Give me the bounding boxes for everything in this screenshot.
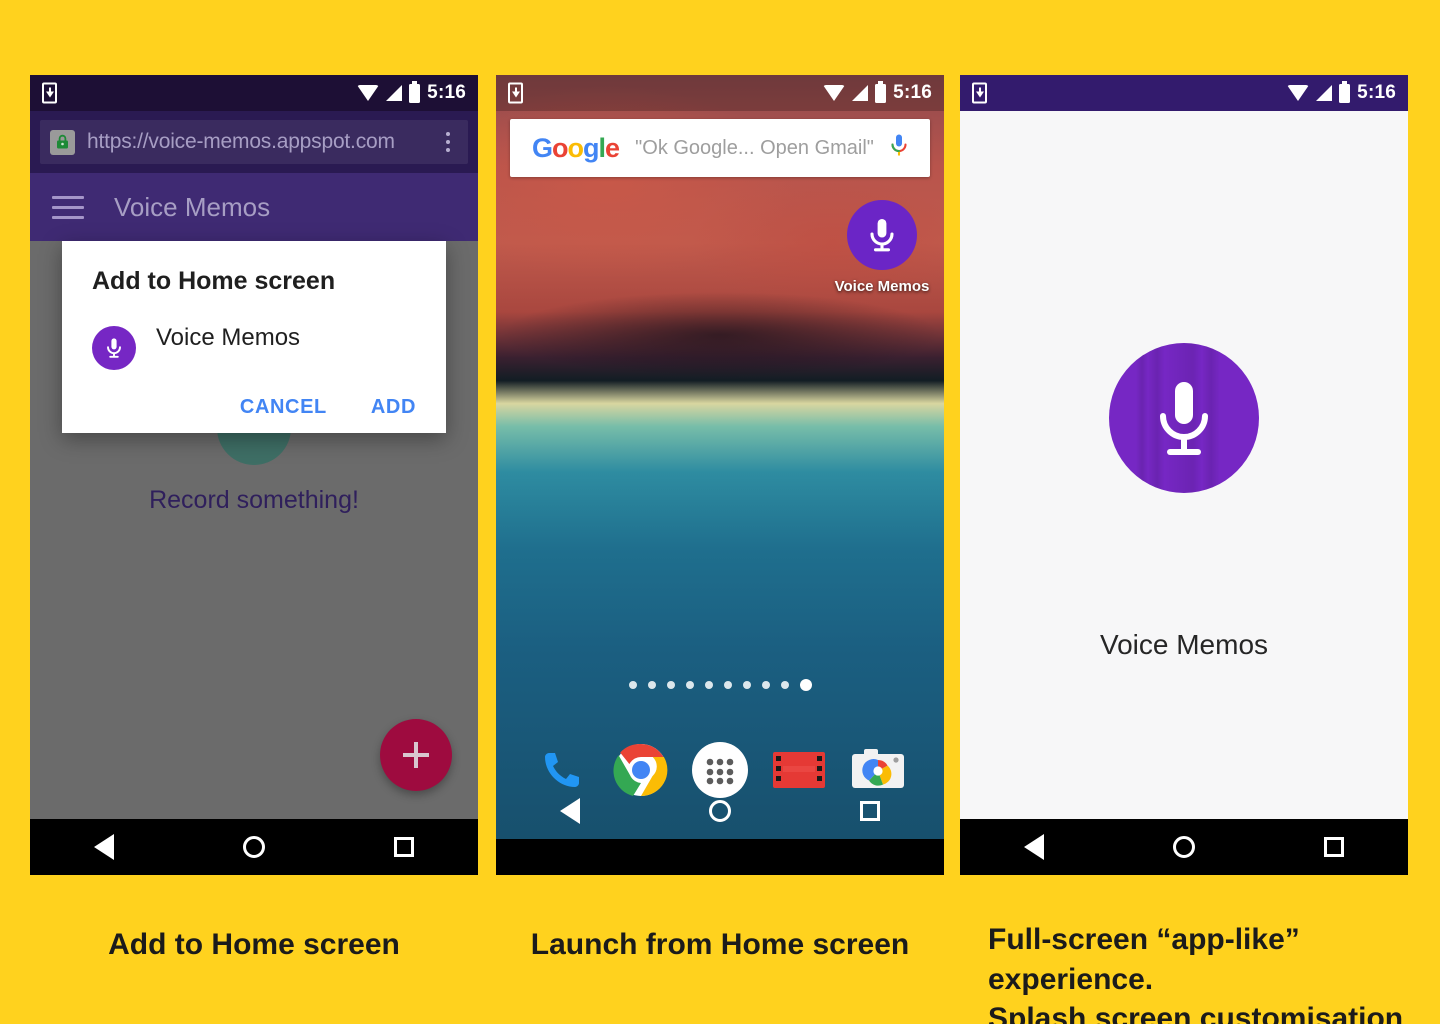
wifi-icon xyxy=(357,85,380,101)
app-bar-title: Voice Memos xyxy=(114,191,271,222)
hamburger-icon[interactable] xyxy=(52,195,84,219)
add-button[interactable]: ADD xyxy=(371,396,416,419)
shortcut-name-input[interactable] xyxy=(156,324,416,364)
system-navigation-bar xyxy=(30,819,478,875)
home-button[interactable] xyxy=(1172,836,1195,858)
browser-toolbar: https://voice-memos.appspot.com xyxy=(30,111,478,173)
status-bar-clock: 5:16 xyxy=(427,82,466,103)
google-search-widget[interactable]: Google "Ok Google... Open Gmail" xyxy=(510,119,930,177)
microphone-icon xyxy=(92,326,136,370)
system-navigation-bar xyxy=(960,819,1408,875)
signal-icon xyxy=(386,85,403,101)
signal-icon xyxy=(852,85,869,101)
back-button[interactable] xyxy=(560,798,581,824)
search-hint-text: "Ok Google... Open Gmail" xyxy=(635,136,874,159)
caption-fullscreen-experience: Full-screen “app-like” experience. Splas… xyxy=(960,920,1430,1024)
wifi-icon xyxy=(823,85,846,101)
battery-icon xyxy=(409,80,421,103)
empty-state-text: Record something! xyxy=(149,486,359,514)
status-bar: 5:16 xyxy=(496,75,944,111)
add-recording-fab[interactable] xyxy=(380,719,452,791)
shortcut-label: Voice Memos xyxy=(834,278,930,295)
caption-line-2: Splash screen customisation xyxy=(988,1002,1404,1024)
caption-line-1: Full-screen “app-like” experience. xyxy=(988,923,1300,996)
back-button[interactable] xyxy=(1024,834,1045,860)
dialog-title: Add to Home screen xyxy=(92,267,336,295)
microphone-icon xyxy=(1109,343,1259,493)
add-to-home-screen-dialog: Add to Home screen Voice Memos CANCEL AD… xyxy=(62,241,446,433)
browser-viewport: https://voice-memos.appspot.com Voice Me… xyxy=(30,111,478,875)
overflow-menu-icon[interactable] xyxy=(438,132,458,152)
phone-mockup-home-screen: 5:16 Google "Ok Google... Open Gmail" Vo… xyxy=(496,75,944,875)
status-bar-clock: 5:16 xyxy=(1357,82,1396,103)
page-indicator xyxy=(496,679,944,691)
page-content-scrim: Record something! Add to Home screen Voi… xyxy=(30,241,478,833)
android-home-screen: 5:16 Google "Ok Google... Open Gmail" Vo… xyxy=(496,75,944,839)
status-bar: 5:16 xyxy=(960,75,1408,111)
battery-icon xyxy=(875,80,887,103)
cancel-button[interactable]: CANCEL xyxy=(240,396,327,419)
status-bar-clock: 5:16 xyxy=(893,82,932,103)
url-text: https://voice-memos.appspot.com xyxy=(87,130,395,153)
omnibox[interactable]: https://voice-memos.appspot.com xyxy=(40,120,468,164)
recents-button[interactable] xyxy=(859,801,880,821)
phone-mockup-add-to-home-screen: 5:16 https://voice-memos.appspot.com Voi… xyxy=(30,75,478,875)
microphone-icon xyxy=(847,200,917,270)
download-indicator-icon xyxy=(42,82,57,104)
splash-app-title: Voice Memos xyxy=(1099,629,1269,660)
caption-launch-from-home-screen: Launch from Home screen xyxy=(530,928,910,961)
phone-mockup-splash-screen: 5:16 Voice Memos xyxy=(960,75,1408,875)
caption-add-to-home-screen: Add to Home screen xyxy=(108,928,400,961)
battery-icon xyxy=(1339,80,1351,103)
app-bar: Voice Memos xyxy=(30,173,478,241)
wallpaper-image xyxy=(496,75,944,839)
signal-icon xyxy=(1316,85,1333,101)
download-indicator-icon xyxy=(508,82,523,104)
slide-canvas: 5:16 https://voice-memos.appspot.com Voi… xyxy=(0,0,1440,1024)
download-indicator-icon xyxy=(972,82,987,104)
google-mic-icon[interactable] xyxy=(890,133,908,164)
home-button[interactable] xyxy=(242,836,265,858)
splash-screen: Voice Memos xyxy=(960,111,1408,875)
recents-button[interactable] xyxy=(1323,837,1344,857)
status-bar: 5:16 xyxy=(30,75,478,111)
wifi-icon xyxy=(1287,85,1310,101)
voice-memos-home-shortcut[interactable]: Voice Memos xyxy=(830,200,934,295)
lock-icon xyxy=(50,129,75,155)
google-logo: Google xyxy=(532,132,620,163)
system-navigation-bar xyxy=(496,783,944,839)
recents-button[interactable] xyxy=(393,837,414,857)
back-button[interactable] xyxy=(94,834,115,860)
plus-icon xyxy=(403,742,429,768)
home-button[interactable] xyxy=(708,800,731,822)
